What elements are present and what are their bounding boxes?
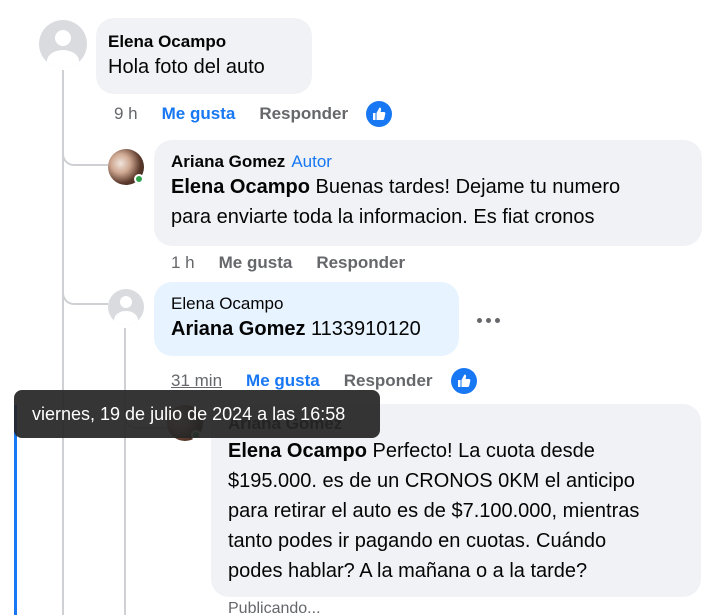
like-button[interactable]: Me gusta <box>162 104 236 124</box>
comment-text-line: podes hablar? A la mañana o a la tarde? <box>228 560 588 582</box>
comment-bubble: Elena Ocampo Hola foto del auto <box>96 18 312 94</box>
comment-author[interactable]: Ariana Gomez <box>171 152 285 172</box>
comment-text-line: tanto podes ir pagando en cuotas. Cuándo <box>228 530 607 552</box>
comment-time[interactable]: 1 h <box>171 253 195 273</box>
reply-button[interactable]: Responder <box>344 371 433 391</box>
timestamp-tooltip: viernes, 19 de julio de 2024 a las 16:58 <box>14 390 380 438</box>
comment-time[interactable]: 31 min <box>171 371 222 391</box>
comment-text: Hola foto del auto <box>108 56 265 78</box>
comment-text-line: para retirar el auto es de $7.100.000, m… <box>228 500 640 522</box>
comment-text: Elena Ocampo Perfecto! La cuota desde <box>228 440 595 462</box>
comment-actions: 1 h Me gusta Responder <box>171 253 405 273</box>
comment-bubble: Ariana Gomez Autor Elena Ocampo Buenas t… <box>154 140 702 246</box>
publishing-status: Publicando... <box>228 600 321 615</box>
more-options-icon[interactable] <box>473 308 503 332</box>
author-badge: Autor <box>291 152 332 171</box>
comment-text-line: $195.000. es de un CRONOS 0KM el anticip… <box>228 470 635 492</box>
mention-tag[interactable]: Elena Ocampo <box>228 440 367 462</box>
mention-tag[interactable]: Ariana Gomez <box>171 318 305 340</box>
comment-time[interactable]: 9 h <box>114 104 138 124</box>
comment-author[interactable]: Elena Ocampo <box>108 32 300 52</box>
reply-button[interactable]: Responder <box>259 104 348 124</box>
comment-text: Elena Ocampo Buenas tardes! Dejame tu nu… <box>171 176 621 198</box>
thread-connector-reply1 <box>62 140 108 166</box>
avatar[interactable] <box>39 20 87 68</box>
reply-button[interactable]: Responder <box>316 253 405 273</box>
thread-connector-reply2 <box>62 285 108 305</box>
comment-author[interactable]: Elena Ocampo <box>171 294 442 314</box>
comment-text-line: para enviarte toda la informacion. Es fi… <box>171 206 595 228</box>
comment-text: Ariana Gomez 1133910120 <box>171 318 421 340</box>
thumbs-up-icon[interactable] <box>366 101 393 127</box>
mention-tag[interactable]: Elena Ocampo <box>171 176 310 198</box>
thread-line-reply2 <box>124 328 126 615</box>
thumbs-up-icon[interactable] <box>450 368 477 394</box>
like-button[interactable]: Me gusta <box>219 253 293 273</box>
like-button[interactable]: Me gusta <box>246 371 320 391</box>
comment-actions: 9 h Me gusta Responder <box>114 101 393 127</box>
avatar[interactable] <box>108 289 144 325</box>
online-status-icon <box>134 174 144 184</box>
comment-bubble: Elena Ocampo Ariana Gomez 1133910120 <box>154 282 459 356</box>
